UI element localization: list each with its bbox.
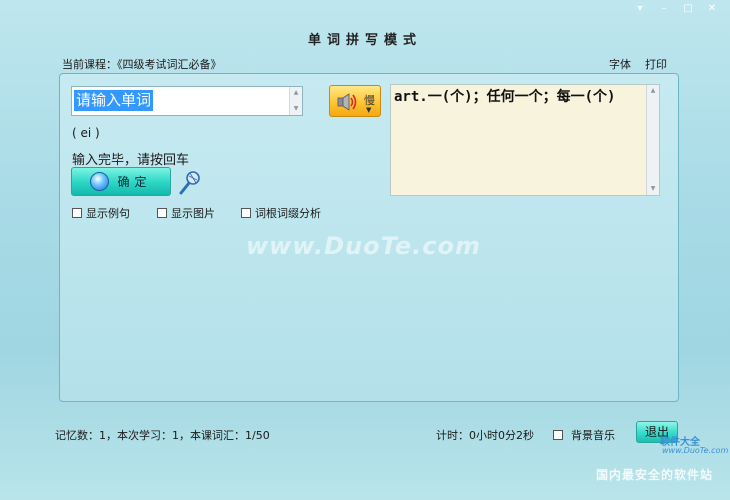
confirm-label: 确定 — [117, 175, 152, 189]
scroll-up-icon[interactable]: ▲ — [290, 87, 302, 99]
show-images-checkbox[interactable] — [157, 208, 167, 218]
scroll-down-icon[interactable]: ▼ — [647, 183, 659, 195]
brand-url: www.DuoTe.com — [662, 446, 729, 455]
course-label: 当前课程： — [62, 58, 117, 71]
scroll-down-icon[interactable]: ▼ — [290, 103, 302, 115]
scroll-up-icon[interactable]: ▲ — [647, 85, 659, 97]
definition-box: art.一(个)；任何一个；每一(个) ▲ ▼ — [390, 84, 660, 196]
root-analysis-checkbox[interactable] — [241, 208, 251, 218]
option-show-examples[interactable]: 显示例句 — [72, 205, 130, 221]
menu-dropdown-button[interactable]: ▾ — [630, 2, 650, 16]
minimize-button[interactable]: – — [654, 2, 674, 16]
close-button[interactable]: ✕ — [702, 2, 722, 16]
speaker-icon — [337, 93, 357, 111]
word-input-selected-text: 请输入单词 — [74, 90, 154, 111]
course-name: 《四级考试词汇必备》 — [117, 58, 222, 71]
phonetic-text: ( ei ) — [72, 126, 100, 140]
show-images-label: 显示图片 — [171, 207, 215, 220]
word-input-scrollbar[interactable]: ▲ ▼ — [289, 87, 302, 115]
timer-status: 计时：0小时0分2秒 — [436, 429, 534, 442]
enter-hint: 输入完毕，请按回车 — [72, 153, 190, 168]
brand-tagline: 国内最安全的软件站 — [596, 468, 714, 482]
root-analysis-label: 词根词缀分析 — [255, 207, 321, 220]
watermark: www.DuoTe.com — [246, 232, 481, 260]
definition-scrollbar[interactable]: ▲ ▼ — [646, 85, 659, 195]
maximize-button[interactable]: □ — [678, 2, 698, 16]
pronounce-button[interactable]: 慢 ▼ — [329, 85, 381, 117]
window-controls: ▾ – □ ✕ — [630, 2, 722, 16]
current-course: 当前课程：《四级考试词汇必备》 — [62, 56, 222, 72]
window-title: 单词拼写模式 — [307, 33, 422, 48]
print-link[interactable]: 打印 — [645, 56, 667, 72]
option-show-images[interactable]: 显示图片 — [157, 205, 215, 221]
chevron-down-icon[interactable]: ▼ — [366, 106, 371, 114]
background-music-label: 背景音乐 — [571, 429, 615, 442]
font-link[interactable]: 字体 — [609, 56, 631, 72]
confirm-button[interactable]: 确定 — [71, 167, 171, 196]
memory-status: 记忆数：1，本次学习：1，本课词汇：1/50 — [55, 429, 270, 442]
word-input[interactable]: 请输入单词 ▲ ▼ — [71, 86, 303, 116]
microphone-icon[interactable] — [177, 170, 201, 196]
definition-text: art.一(个)；任何一个；每一(个) — [394, 89, 616, 105]
background-music-option[interactable]: 背景音乐 — [553, 427, 615, 443]
show-examples-checkbox[interactable] — [72, 208, 82, 218]
show-examples-label: 显示例句 — [86, 207, 130, 220]
globe-icon — [90, 172, 110, 191]
option-root-analysis[interactable]: 词根词缀分析 — [241, 205, 321, 221]
background-music-checkbox[interactable] — [553, 430, 563, 440]
